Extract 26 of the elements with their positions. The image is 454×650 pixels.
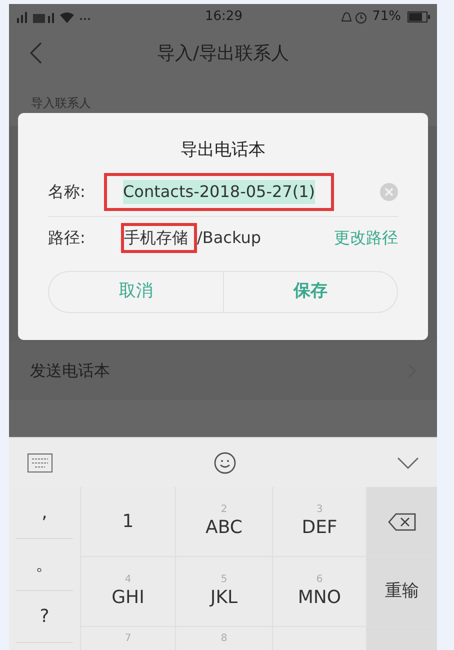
punctuation-key[interactable]: , <box>16 487 73 539</box>
keyboard-icon[interactable] <box>27 452 53 472</box>
collapse-icon[interactable] <box>397 456 419 468</box>
battery-percent: 71% <box>372 8 401 26</box>
page-title: 导入/导出联系人 <box>156 42 290 66</box>
reset-key[interactable]: 重输 <box>366 557 437 627</box>
keypad-key[interactable]: 1 <box>80 487 175 557</box>
alarm-icon <box>340 10 368 24</box>
path-text: 手机存储 <box>121 223 197 253</box>
battery-icon <box>407 11 431 23</box>
emoji-icon[interactable] <box>213 450 237 474</box>
keypad-key[interactable]: 2 ABC <box>175 487 272 557</box>
punctuation-key[interactable]: ? <box>16 591 73 643</box>
section-label: 导入联系人 <box>31 96 91 110</box>
backspace-key[interactable] <box>366 487 437 557</box>
name-label: 名称: <box>48 180 86 202</box>
dialog-title: 导出电话本 <box>180 138 266 162</box>
back-icon <box>29 41 43 65</box>
keypad-key[interactable]: 4 GHI <box>80 557 175 627</box>
keypad-key[interactable]: 5 JKL <box>175 557 272 627</box>
name-field[interactable]: Contacts-2018-05-27(1) <box>104 172 334 210</box>
backspace-icon <box>388 512 416 530</box>
path-label: 路径: <box>48 227 86 249</box>
status-time: 16:29 <box>205 8 242 26</box>
punctuation-key[interactable]: 。 <box>16 539 73 591</box>
path-text: /Backup <box>197 227 262 249</box>
